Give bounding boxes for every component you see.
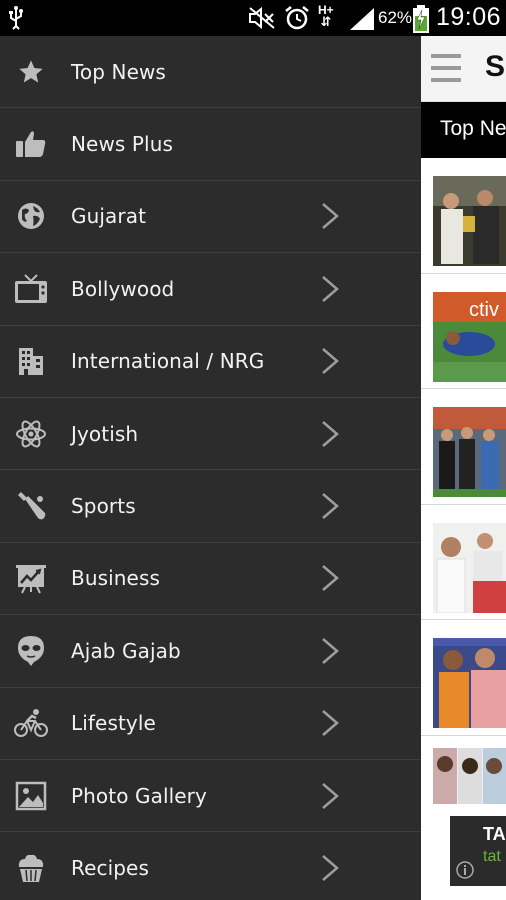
chevron-right-icon [318,419,342,449]
mute-icon [248,6,276,35]
status-bar: H+ ⇵ 62% 19:06 [0,0,506,36]
drawer-item-business[interactable]: Business [0,543,421,616]
section-header: Top Ne [421,102,506,158]
drawer-item-label: Photo Gallery [71,783,207,808]
hamburger-menu-icon[interactable] [431,52,461,89]
drawer-item-ajab-gajab[interactable]: Ajab Gajab [0,615,421,688]
chevron-right-icon [318,201,342,231]
clock: 19:06 [436,3,502,31]
chevron-right-icon [318,636,342,666]
globe-icon [14,199,48,233]
chevron-right-icon [318,274,342,304]
drawer-item-sports[interactable]: Sports [0,470,421,543]
chevron-right-icon [318,781,342,811]
drawer-item-gujarat[interactable]: Gujarat [0,181,421,254]
drawer-item-label: Sports [71,494,136,519]
star-icon [14,55,48,89]
network-type-indicator: H+ ⇵ [318,3,334,29]
drawer-item-recipes[interactable]: Recipes [0,832,421,900]
news-thumbnail: ctiv [433,291,506,382]
chevron-right-icon [318,491,342,521]
section-title: Top Ne [440,117,506,140]
signal-icon [350,8,374,35]
news-thumbnail [433,747,506,804]
building-icon [14,344,48,378]
drawer-item-label: Top News [71,59,166,84]
drawer-item-label: Ajab Gajab [71,638,181,663]
ad-subtitle: tat [483,848,501,865]
chevron-right-icon [318,708,342,738]
ad-title: TA [483,824,506,844]
news-thumbnail [433,407,506,497]
news-list-item[interactable] [421,505,506,620]
main-content: S Top Ne ctiv TA tat [421,36,506,900]
news-list-item[interactable] [421,389,506,505]
alien-icon [14,634,48,668]
svg-text:ctiv: ctiv [469,299,499,321]
picture-icon [14,779,48,813]
alarm-icon [284,5,310,36]
news-list-item[interactable] [421,158,506,274]
drawer-item-label: News Plus [71,132,174,157]
drawer-item-international-nrg[interactable]: International / NRG [0,326,421,398]
navigation-drawer: Top News News Plus Gujarat Bollywood Int… [0,36,421,900]
drawer-item-label: Bollywood [71,276,175,301]
battery-charging-icon [412,5,430,38]
chevron-right-icon [318,346,342,376]
atom-icon [14,417,48,451]
drawer-item-jyotish[interactable]: Jyotish [0,398,421,471]
drawer-item-label: Jyotish [71,421,139,446]
chevron-right-icon [318,853,342,883]
news-thumbnail [433,176,506,266]
ad-banner[interactable]: TA tat [450,816,506,886]
drawer-item-label: Lifestyle [71,711,156,736]
drawer-item-lifestyle[interactable]: Lifestyle [0,688,421,760]
news-list-item[interactable] [421,620,506,736]
cricket-bat-icon [14,489,48,523]
drawer-item-label: Recipes [71,856,149,881]
app-title: S [485,50,506,83]
news-list-item[interactable]: ctiv [421,274,506,389]
drawer-item-label: International / NRG [71,349,265,374]
drawer-item-top-news[interactable]: Top News [0,36,421,109]
drawer-item-label: Business [71,566,160,591]
presentation-chart-icon [14,561,48,595]
drawer-item-news-plus[interactable]: News Plus [0,108,421,181]
drawer-item-bollywood[interactable]: Bollywood [0,253,421,326]
cupcake-icon [14,851,48,885]
usb-icon [8,6,24,35]
chevron-right-icon [318,563,342,593]
thumbs-up-icon [14,127,48,161]
news-thumbnail [433,638,506,728]
info-icon[interactable] [456,861,474,884]
news-thumbnail [433,522,506,613]
drawer-item-label: Gujarat [71,204,147,229]
battery-percent: 62% [378,8,413,27]
bicycle-icon [14,706,48,740]
drawer-item-photo-gallery[interactable]: Photo Gallery [0,760,421,833]
action-bar: S [421,36,506,102]
tv-icon [14,272,48,306]
